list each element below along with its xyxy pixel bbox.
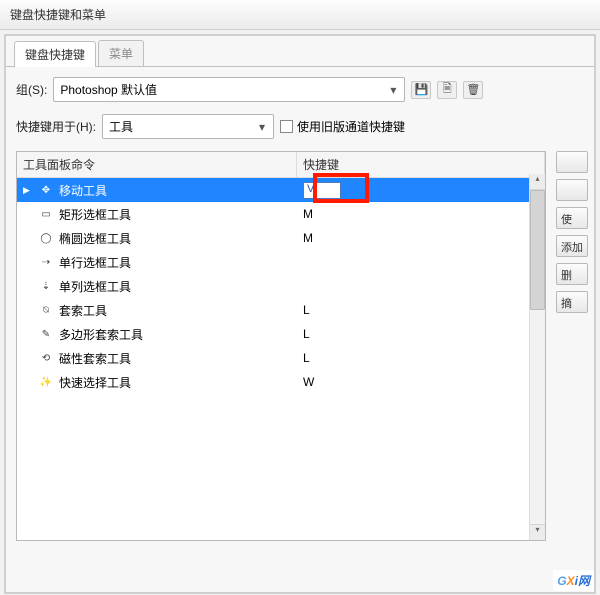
tool-name: 矩形选框工具 [59, 206, 131, 223]
tool-icon: ⇣ [39, 279, 53, 293]
tools-list: 工具面板命令 快捷键 ▶ ✥ 移动工具 V ▭ 矩形选框工具 M ◯ 椭圆选框工具 M ⇢ 单行选框工… [16, 151, 546, 541]
set-row: 组(S): Photoshop 默认值 ▾ 💾 🗎 🗑 [16, 77, 594, 102]
tool-name: 多边形套索工具 [59, 326, 143, 343]
scroll-up-icon[interactable]: ▴ [530, 174, 545, 190]
area-value: 工具 [109, 118, 133, 135]
tool-name: 套索工具 [59, 302, 107, 319]
shortcut-input[interactable]: V [303, 182, 341, 199]
shortcut-value: M [303, 231, 313, 245]
cell-command: ◯ 椭圆选框工具 [17, 226, 297, 250]
area-row: 快捷键用于(H): 工具 ▾ 使用旧版通道快捷键 [16, 114, 594, 139]
table-row[interactable]: ▶ ✥ 移动工具 V [17, 178, 545, 202]
vertical-scrollbar[interactable]: ▴ ▾ [529, 174, 545, 540]
set-value: Photoshop 默认值 [60, 81, 157, 98]
scroll-thumb[interactable] [530, 190, 545, 310]
side-btn-1[interactable] [556, 179, 588, 201]
shortcut-value: M [303, 207, 313, 221]
table-row[interactable]: ✨ 快速选择工具 W [17, 370, 545, 394]
col-command: 工具面板命令 [17, 152, 297, 177]
cell-shortcut [297, 274, 545, 298]
main-area: 工具面板命令 快捷键 ▶ ✥ 移动工具 V ▭ 矩形选框工具 M ◯ 椭圆选框工具 M ⇢ 单行选框工… [16, 151, 594, 541]
tab-menu[interactable]: 菜单 [98, 40, 144, 66]
tab-shortcuts[interactable]: 键盘快捷键 [14, 41, 96, 67]
col-shortcut: 快捷键 [297, 152, 545, 177]
area-label: 快捷键用于(H): [16, 118, 96, 135]
scroll-down-icon[interactable]: ▾ [530, 524, 545, 540]
side-buttons: 使 添加 删 摘 [556, 151, 588, 313]
shortcut-value: L [303, 351, 310, 365]
cell-command: ⍉ 套索工具 [17, 298, 297, 322]
cell-command: ▭ 矩形选框工具 [17, 202, 297, 226]
side-btn-0[interactable] [556, 151, 588, 173]
cell-shortcut: M [297, 226, 545, 250]
cell-command: ▶ ✥ 移动工具 [17, 178, 297, 202]
legacy-label: 使用旧版通道快捷键 [297, 118, 405, 135]
tool-icon: ▭ [39, 207, 53, 221]
tool-icon: ✨ [39, 375, 53, 389]
table-row[interactable]: ⇣ 单列选框工具 [17, 274, 545, 298]
shortcut-value: W [303, 375, 314, 389]
table-row[interactable]: ▭ 矩形选框工具 M [17, 202, 545, 226]
legacy-checkbox[interactable]: 使用旧版通道快捷键 [280, 118, 405, 135]
list-body: ▶ ✥ 移动工具 V ▭ 矩形选框工具 M ◯ 椭圆选框工具 M ⇢ 单行选框工具 ⇣ 单列选框工具 ⍉ 套索… [17, 178, 545, 540]
side-btn-add[interactable]: 添加 [556, 235, 588, 257]
window-titlebar: 键盘快捷键和菜单 [0, 0, 600, 30]
tool-icon: ⍉ [39, 303, 53, 317]
shortcut-value: L [303, 327, 310, 341]
cell-command: ⟲ 磁性套索工具 [17, 346, 297, 370]
cell-command: ✎ 多边形套索工具 [17, 322, 297, 346]
side-btn-delete[interactable]: 删 [556, 263, 588, 285]
table-row[interactable]: ◯ 椭圆选框工具 M [17, 226, 545, 250]
table-row[interactable]: ⟲ 磁性套索工具 L [17, 346, 545, 370]
cell-command: ⇢ 单行选框工具 [17, 250, 297, 274]
side-btn-use[interactable]: 使 [556, 207, 588, 229]
cell-command: ⇣ 单列选框工具 [17, 274, 297, 298]
chevron-down-icon: ▾ [255, 120, 269, 134]
list-header: 工具面板命令 快捷键 [17, 152, 545, 178]
cell-shortcut [297, 250, 545, 274]
cell-shortcut: M [297, 202, 545, 226]
chevron-down-icon: ▾ [386, 83, 400, 97]
tool-name: 单行选框工具 [59, 254, 131, 271]
tool-icon: ⇢ [39, 255, 53, 269]
tool-name: 单列选框工具 [59, 278, 131, 295]
new-set-button[interactable]: 🗎 [437, 81, 457, 99]
cell-shortcut: L [297, 298, 545, 322]
set-label: 组(S): [16, 81, 47, 98]
tool-icon: ⟲ [39, 351, 53, 365]
save-set-button[interactable]: 💾 [411, 81, 431, 99]
tool-name: 移动工具 [59, 182, 107, 199]
tool-icon: ✎ [39, 327, 53, 341]
expand-icon: ▶ [23, 185, 33, 196]
tool-icon: ◯ [39, 231, 53, 245]
table-row[interactable]: ⍉ 套索工具 L [17, 298, 545, 322]
area-dropdown[interactable]: 工具 ▾ [102, 114, 274, 139]
delete-set-button[interactable]: 🗑 [463, 81, 483, 99]
cell-shortcut: W [297, 370, 545, 394]
tool-name: 快速选择工具 [59, 374, 131, 391]
side-btn-summary[interactable]: 摘 [556, 291, 588, 313]
panel-body: 组(S): Photoshop 默认值 ▾ 💾 🗎 🗑 快捷键用于(H): 工具… [6, 67, 594, 541]
window-title: 键盘快捷键和菜单 [10, 8, 106, 22]
cell-shortcut: L [297, 346, 545, 370]
checkbox-box-icon [280, 120, 293, 133]
table-row[interactable]: ✎ 多边形套索工具 L [17, 322, 545, 346]
tool-icon: ✥ [39, 183, 53, 197]
dialog-frame: 键盘快捷键 菜单 组(S): Photoshop 默认值 ▾ 💾 🗎 🗑 快捷键… [4, 34, 596, 594]
watermark: GXi网 [553, 570, 594, 591]
tool-name: 椭圆选框工具 [59, 230, 131, 247]
cell-shortcut: L [297, 322, 545, 346]
tab-strip: 键盘快捷键 菜单 [6, 40, 594, 67]
cell-shortcut: V [297, 178, 545, 202]
set-dropdown[interactable]: Photoshop 默认值 ▾ [53, 77, 405, 102]
shortcut-value: L [303, 303, 310, 317]
table-row[interactable]: ⇢ 单行选框工具 [17, 250, 545, 274]
cell-command: ✨ 快速选择工具 [17, 370, 297, 394]
tool-name: 磁性套索工具 [59, 350, 131, 367]
